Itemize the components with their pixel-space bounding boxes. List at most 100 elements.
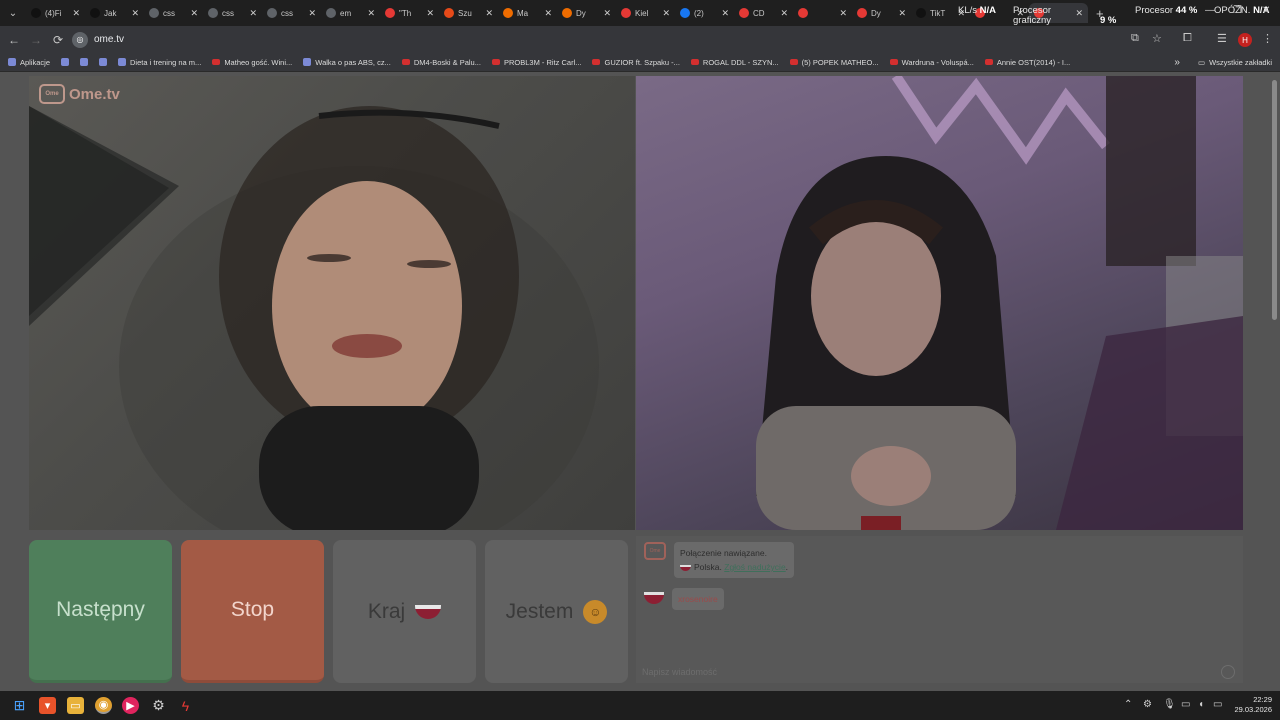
browser-tab[interactable]: Jak ✕ (85, 3, 144, 23)
tab-close-icon[interactable]: ✕ (190, 8, 198, 19)
bookmark-item[interactable]: Annie OST(2014) - I... (984, 58, 1070, 67)
file-explorer-icon[interactable]: ▭ (67, 697, 84, 714)
bookmark-item[interactable]: Aplikacje (8, 58, 50, 67)
bookmark-label: GUZIOR ft. Szpaku -... (604, 57, 680, 67)
browser-tab[interactable]: (2) ✕ (675, 3, 734, 23)
tab-close-icon[interactable]: ✕ (780, 8, 788, 19)
report-abuse-link[interactable]: Zgłoś nadużycie (724, 562, 785, 572)
tab-close-icon[interactable]: ✕ (721, 8, 729, 19)
browser-tab[interactable]: em ✕ (321, 3, 380, 23)
tab-close-icon[interactable]: ✕ (1075, 8, 1083, 19)
chrome-icon[interactable]: ◉ (95, 697, 112, 714)
close-window-icon[interactable]: ✕ (1262, 5, 1270, 16)
bookmark-item[interactable]: Walka o pas ABS, cz... (303, 58, 391, 67)
bookmark-item[interactable]: PROBL3M - Ritz Carl... (491, 58, 581, 67)
browser-menu-icon[interactable]: ⋮ (1262, 32, 1273, 45)
page-scrollbar[interactable] (1272, 80, 1277, 320)
browser-tab[interactable]: Dy ✕ (852, 3, 911, 23)
bookmark-item[interactable]: Wardruna - Voluspá... (889, 58, 974, 67)
install-app-icon[interactable]: ⧉ (1131, 32, 1139, 45)
chat-input[interactable]: Napisz wiadomość (642, 667, 1202, 677)
steam-icon[interactable]: ⚙ (150, 697, 167, 714)
tab-search-chevron-icon[interactable]: ⌄ (0, 0, 26, 26)
bookmark-item[interactable]: Matheo gość. Wini... (212, 58, 292, 67)
all-bookmarks-link[interactable]: Wszystkie zakładki (1209, 58, 1272, 67)
bookmark-item[interactable]: DM4-Boski & Palu... (401, 58, 481, 67)
bookmark-star-icon[interactable]: ☆ (1152, 32, 1162, 45)
reload-icon[interactable]: ⟳ (47, 33, 69, 47)
forward-arrow-icon[interactable]: → (25, 33, 47, 47)
back-arrow-icon[interactable]: ← (3, 33, 25, 47)
bookmark-item[interactable]: ROGAL DDL - SZYN... (690, 58, 779, 67)
windows-start-icon[interactable]: ⊞ (11, 697, 28, 714)
network-icon[interactable]: ▭ (1181, 699, 1190, 710)
tabs-container: (4)Fi ✕ Jak ✕ css ✕ css ✕ css ✕ em ✕ "Th ✕ Szu ✕ Ma ✕ Dy ✕ K… (26, 3, 1088, 23)
browser-tab[interactable]: CD ✕ (734, 3, 793, 23)
ometv-tv-icon: Ome (39, 84, 65, 104)
next-button-label: Następny (56, 598, 145, 621)
youtube-icon (401, 59, 410, 65)
tab-close-icon[interactable]: ✕ (839, 8, 847, 19)
tray-app-icon[interactable]: ⚙ (1143, 699, 1152, 710)
restore-icon[interactable]: ❐ (1233, 5, 1242, 16)
profile-avatar-icon[interactable]: H (1238, 33, 1252, 47)
browser-tab[interactable]: css ✕ (262, 3, 321, 23)
tab-close-icon[interactable]: ✕ (662, 8, 670, 19)
gender-button[interactable]: Jestem ☺ (485, 540, 628, 683)
next-button[interactable]: Następny (29, 540, 172, 683)
address-bar[interactable]: ◎ ome.tv (72, 29, 1152, 50)
youtube-icon (857, 8, 867, 18)
tab-close-icon[interactable]: ✕ (131, 8, 139, 19)
bookmark-item[interactable] (80, 58, 89, 66)
browser-tab[interactable]: ✕ (793, 3, 852, 23)
tray-expand-icon[interactable]: ⌃ (1124, 699, 1132, 710)
tab-title: TikT (930, 8, 946, 18)
reading-list-icon[interactable]: ☰ (1217, 32, 1227, 45)
browser-tab[interactable]: Kiel ✕ (616, 3, 675, 23)
tab-close-icon[interactable]: ✕ (898, 8, 906, 19)
volume-icon[interactable]: ◖ (1198, 699, 1204, 710)
youtube-icon (739, 8, 749, 18)
browser-tab[interactable]: Ma ✕ (498, 3, 557, 23)
url-text[interactable]: ome.tv (94, 34, 124, 45)
extensions-icon[interactable]: ⧠ (1183, 32, 1192, 45)
ometv-bot-icon: Ome (644, 542, 666, 560)
gender-button-label: Jestem (505, 599, 574, 623)
emoji-picker-icon[interactable] (1221, 665, 1235, 679)
browser-tab[interactable]: Dy ✕ (557, 3, 616, 23)
tab-close-icon[interactable]: ✕ (249, 8, 257, 19)
ometv-logo[interactable]: Ome Ome.tv (39, 84, 120, 104)
battery-icon[interactable]: ▭ (1213, 699, 1222, 710)
browser-tab[interactable]: "Th ✕ (380, 3, 439, 23)
bookmark-item[interactable] (99, 58, 108, 66)
system-clock[interactable]: 22:29 29.03.2026 (1234, 695, 1272, 715)
tab-close-icon[interactable]: ✕ (367, 8, 375, 19)
bookmark-item[interactable]: GUZIOR ft. Szpaku -... (592, 57, 680, 67)
minimize-icon[interactable]: — (1205, 5, 1215, 16)
browser-tab[interactable]: css ✕ (203, 3, 262, 23)
tab-close-icon[interactable]: ✕ (426, 8, 434, 19)
bookmark-item[interactable]: (5) POPEK MATHEO... (789, 58, 879, 67)
tab-close-icon[interactable]: ✕ (72, 8, 80, 19)
stop-button[interactable]: Stop (181, 540, 324, 683)
system-message: Ome Połączenie nawiązane. Polska. Zgłoś … (644, 542, 795, 578)
browser-tab[interactable]: (4)Fi ✕ (26, 3, 85, 23)
tab-close-icon[interactable]: ✕ (603, 8, 611, 19)
media-player-icon[interactable]: ▶ (122, 697, 139, 714)
tab-close-icon[interactable]: ✕ (485, 8, 493, 19)
tab-close-icon[interactable]: ✕ (544, 8, 552, 19)
microphone-icon[interactable]: 🎙 (1163, 699, 1176, 710)
site-info-icon[interactable]: ◎ (72, 31, 88, 48)
bookmark-item[interactable]: Dieta i trening na m... (118, 58, 201, 67)
bookmarks-overflow-button[interactable]: » (1174, 57, 1180, 68)
brave-browser-icon[interactable]: ▾ (39, 697, 56, 714)
lightning-app-icon[interactable]: ϟ (177, 697, 194, 714)
browser-tab[interactable]: Szu ✕ (439, 3, 498, 23)
bookmark-item[interactable] (61, 58, 70, 66)
country-line: Polska. Zgłoś nadużycie. (680, 560, 788, 574)
tab-close-icon[interactable]: ✕ (308, 8, 316, 19)
browser-tab[interactable]: css ✕ (144, 3, 203, 23)
gmail-icon (99, 58, 108, 66)
country-button[interactable]: Kraj (333, 540, 476, 683)
report-suffix: . (785, 562, 789, 572)
